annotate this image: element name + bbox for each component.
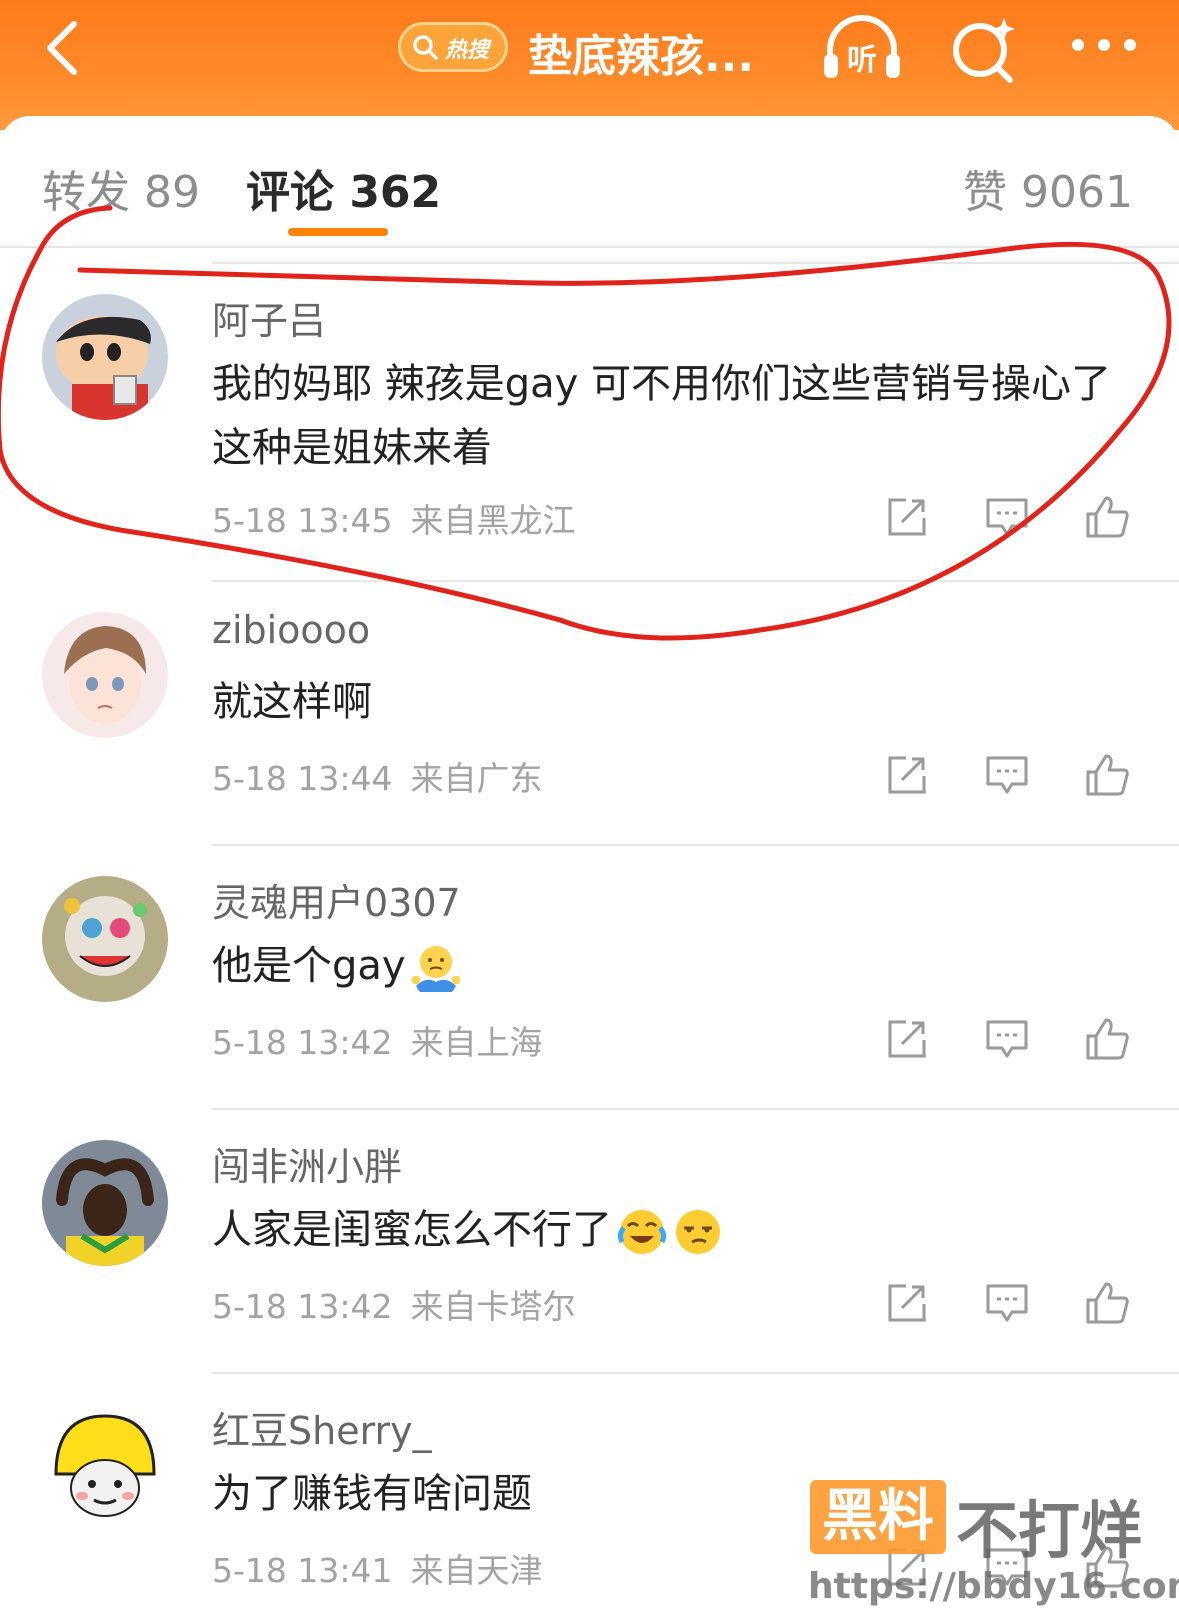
smirk-emoji-icon <box>676 1210 720 1254</box>
comment-text: 我的妈耶 辣孩是gay 可不用你们这些营销号操心了 这种是姐妹来着 <box>212 361 1112 471</box>
comment-time: 5-18 13:42 <box>212 1023 393 1062</box>
tabs-divider <box>0 246 1179 248</box>
share-icon[interactable] <box>884 1280 930 1326</box>
comment-text-content: 他是个gay <box>212 943 406 989</box>
like-icon[interactable] <box>1084 1280 1130 1326</box>
comment-location: 来自上海 <box>410 1023 543 1062</box>
comment-time: 5-18 13:41 <box>212 1551 393 1590</box>
share-icon[interactable] <box>884 1016 930 1062</box>
comment-text-content: 人家是闺蜜怎么不行了 <box>212 1207 612 1253</box>
comment-meta: 5-18 13:42 来自上海 <box>212 1016 543 1064</box>
watermark-text: 不打烊 <box>956 1494 1143 1567</box>
comment-text: 就这样啊 <box>212 679 372 725</box>
back-arrow-icon[interactable] <box>36 18 96 78</box>
yellow-helmet-meme-avatar[interactable] <box>42 1404 168 1530</box>
comment-item: 灵魂用户0307 他是个gay 5-18 13:42 来自上海 <box>0 844 1179 1108</box>
share-icon[interactable] <box>884 752 930 798</box>
reply-icon[interactable] <box>984 494 1030 540</box>
comment-time: 5-18 13:42 <box>212 1287 393 1326</box>
comment-text: 他是个gay <box>212 934 1132 998</box>
watermark-url: https://bbdy16.com <box>808 1566 1179 1607</box>
comment-meta: 5-18 13:41 来自天津 <box>212 1544 543 1592</box>
like-icon[interactable] <box>1084 752 1130 798</box>
top-bar: 热搜 垫底辣孩... 听 <box>0 0 1179 130</box>
comment-time: 5-18 13:44 <box>212 759 393 798</box>
tab-like[interactable]: 赞 9061 <box>963 156 1133 220</box>
comment-username[interactable]: 红豆Sherry_ <box>212 1400 432 1455</box>
tab-repost[interactable]: 转发 89 <box>42 156 200 220</box>
comment-item: zibioooo 就这样啊 5-18 13:44 来自广东 <box>0 580 1179 844</box>
headphones-icon[interactable]: 听 <box>820 14 904 82</box>
comment-username[interactable]: zibioooo <box>212 608 370 652</box>
shrug-emoji-icon <box>411 946 460 992</box>
more-options-icon[interactable] <box>1068 30 1140 60</box>
reply-icon[interactable] <box>984 1280 1030 1326</box>
comment-location: 来自卡塔尔 <box>410 1287 576 1326</box>
tab-bar: 转发 89 评论 362 赞 9061 <box>0 116 1179 246</box>
watermark-box: 黑料 <box>810 1480 946 1554</box>
share-icon[interactable] <box>884 494 930 540</box>
like-icon[interactable] <box>1084 494 1130 540</box>
crayon-shin-chan-avatar[interactable] <box>42 294 168 420</box>
comment-location: 来自黑龙江 <box>410 501 576 540</box>
comment-text: 人家是闺蜜怎么不行了 <box>212 1198 1132 1262</box>
comment-meta: 5-18 13:42 来自卡塔尔 <box>212 1280 576 1328</box>
comment-username[interactable]: 灵魂用户0307 <box>212 872 461 927</box>
comment-item: 阿子吕 我的妈耶 辣孩是gay 可不用你们这些营销号操心了 这种是姐妹来着 5-… <box>0 262 1179 540</box>
comment-time: 5-18 13:45 <box>212 501 393 540</box>
colorful-art-avatar[interactable] <box>42 876 168 1002</box>
like-icon[interactable] <box>1084 1016 1130 1062</box>
comment-username[interactable]: 阿子吕 <box>212 290 326 345</box>
hot-search-badge[interactable]: 热搜 <box>398 22 508 72</box>
comment-location: 来自天津 <box>410 1551 543 1590</box>
hot-tag-label: 热搜 <box>445 38 490 63</box>
search-sparkle-icon[interactable] <box>948 14 1020 86</box>
reply-icon[interactable] <box>984 752 1030 798</box>
comment-location: 来自广东 <box>410 759 543 798</box>
reply-icon[interactable] <box>984 1016 1030 1062</box>
watermark: 黑料 不打烊 https://bbdy16.com <box>808 1480 1179 1619</box>
comment-meta: 5-18 13:45 来自黑龙江 <box>212 494 576 542</box>
search-icon <box>411 33 439 61</box>
man-heart-hands-avatar[interactable] <box>42 1140 168 1266</box>
comment-item: 闯非洲小胖 人家是闺蜜怎么不行了 5-18 13:42 来自卡塔尔 <box>0 1108 1179 1372</box>
tab-comment[interactable]: 评论 362 <box>246 156 441 220</box>
active-tab-indicator <box>288 228 388 236</box>
anime-boy-avatar[interactable] <box>42 612 168 738</box>
comment-username[interactable]: 闯非洲小胖 <box>212 1136 402 1191</box>
listen-label: 听 <box>847 43 877 78</box>
laugh-cry-emoji-icon <box>617 1210 667 1254</box>
comment-meta: 5-18 13:44 来自广东 <box>212 752 543 800</box>
page-title: 垫底辣孩... <box>528 31 755 82</box>
